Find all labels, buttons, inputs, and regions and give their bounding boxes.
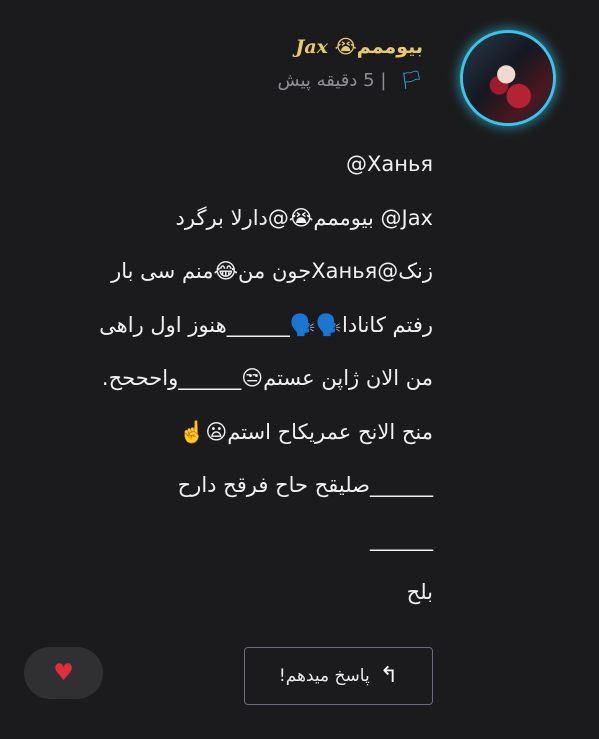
comment-line: Ханья@ (346, 152, 433, 176)
separator: | (380, 70, 387, 91)
reply-arrow-icon: ↰ (379, 663, 399, 688)
author-name-persian: بیوممم😭 (334, 36, 423, 58)
comment-body: Ханья@ Jax@ بیوممم😭@دارلا برگرد زنک@Хань… (53, 138, 433, 620)
comment-line: من الان ژاپن عستم😒______واحححح. (101, 366, 433, 390)
reply-button[interactable]: ↰ پاسخ میدهم! (244, 647, 433, 705)
comment-line: زنک@Ханьяجون من😂منم سی بار (111, 259, 433, 283)
comment-line: منح الانح عمریکاح استم😦☝️ (179, 419, 433, 444)
heart-icon: ♥ (53, 660, 74, 686)
author-name[interactable]: بیوممم😭 Jax (278, 36, 423, 58)
comment-meta: 🏳 | 5 دقیقه پیش (278, 70, 424, 91)
timestamp: 5 دقیقه پیش (277, 70, 375, 91)
comment-line: ______ (370, 526, 433, 551)
reply-button-label: پاسخ میدهم! (278, 666, 370, 686)
comment-line: رفتم کانادا🗣️🗣️______هنوز اول راهی (99, 312, 433, 337)
comment-line: ______صلیقح حاح فرقح دارح (177, 473, 433, 497)
comment-line: Jax@ بیوممم😭@دارلا برگرد (175, 205, 433, 230)
avatar[interactable] (463, 33, 553, 123)
comment-header: بیوممم😭 Jax 🏳 | 5 دقیقه پیش (278, 36, 424, 91)
comment-line: بلح (406, 580, 433, 604)
author-name-english: Jax (295, 36, 328, 58)
like-button[interactable]: ♥ (24, 647, 103, 699)
flag-icon: 🏳 (400, 70, 423, 91)
